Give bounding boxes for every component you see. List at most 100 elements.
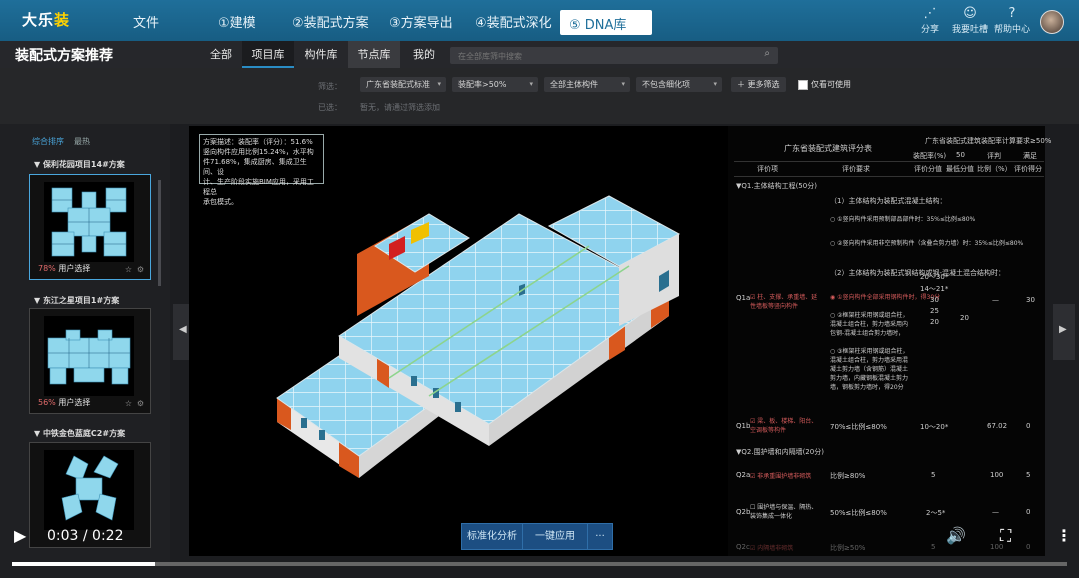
ratio-value: 67.02 <box>987 422 1008 430</box>
tab-all[interactable]: 全部 <box>200 41 242 68</box>
only-usable-checkbox[interactable] <box>798 80 808 90</box>
more-filter-button[interactable]: ＋ 更多筛选 <box>731 77 786 92</box>
sort-hot[interactable]: 最热 <box>74 136 90 147</box>
search-input[interactable] <box>456 48 760 64</box>
ratio-value: 100 <box>990 471 1004 479</box>
search-icon: ⌕ <box>764 48 770 59</box>
rate-value: 50 <box>956 151 965 159</box>
scrollbar[interactable] <box>158 180 161 286</box>
settings-icon[interactable]: ⚙ <box>137 399 144 408</box>
req-option[interactable]: ○ ①竖向构件采用预制部品部件时：35%≤比例≤80% <box>830 214 975 223</box>
fullscreen-icon[interactable]: ⛶ <box>1000 526 1011 546</box>
chat-icon: ☺ <box>963 6 977 21</box>
section-q1[interactable]: ▼Q1.主体结构工程(50分) <box>736 181 817 191</box>
req-text: 70%≤比例≤80% <box>830 423 887 431</box>
share-icon: ⋰ <box>923 6 937 21</box>
assembly-rate-select[interactable]: 装配率>50% ▾ <box>452 77 538 92</box>
rate-judge-label: 评判 <box>987 152 1001 160</box>
score-range: 20～30* <box>920 273 949 281</box>
req-option[interactable]: ○ ②竖向构件采用非空预制构件（含叠合剪力墙）时：35%≤比例≤80% <box>830 238 1023 247</box>
row-label: Q2b <box>736 508 751 516</box>
chevron-left-icon: ◀ <box>179 324 187 335</box>
filter-bar <box>0 68 1079 124</box>
help-button[interactable]: ? 帮助中心 <box>992 6 1032 35</box>
tab-component-library[interactable]: 构件库 <box>294 41 348 68</box>
scheme-description: 方案描述：装配率（评分）：51.6% 竖向构件应用比例15.24%，水平构 件7… <box>199 134 324 206</box>
standard-select[interactable]: 广东省装配式标准 ▾ <box>360 77 446 92</box>
standardize-analysis-button[interactable]: 标准化分析 <box>461 523 523 550</box>
req-text: 比例≥80% <box>830 472 866 480</box>
settings-icon[interactable]: ⚙ <box>137 265 144 274</box>
menu-prefab-plan[interactable]: ②装配式方案 <box>292 12 369 31</box>
scheme-card[interactable]: 78% 用户选择 ☆ ⚙ <box>29 174 151 280</box>
menu-prefab-detail[interactable]: ④装配式深化 <box>475 12 552 31</box>
video-time: 0:03 / 0:22 <box>47 528 124 544</box>
card-title: ▼ 中铁金色蓝庭C2#方案 <box>34 429 126 438</box>
obtained-score: 0 <box>1026 508 1031 516</box>
section-q2[interactable]: ▼Q2.围护墙和内隔墙(20分) <box>736 447 824 457</box>
score-option: 30 <box>930 296 939 304</box>
page-title: 装配式方案推荐 <box>15 48 113 64</box>
menu-modeling[interactable]: ①建模 <box>218 12 256 31</box>
row-label: Q2c <box>736 543 750 551</box>
obtained-score: 0 <box>1026 543 1031 551</box>
ratio-value: — <box>992 296 999 304</box>
score-range: 5 <box>931 471 936 479</box>
req-text: （1）主体结构为装配式混凝土结构： <box>830 197 947 205</box>
row-item[interactable]: ☐ 围护墙与保温、隔热、装饰集成一体化 <box>750 502 822 520</box>
rate-result: 满足 <box>1023 152 1037 160</box>
volume-icon[interactable]: 🔊 <box>946 526 966 545</box>
req-option[interactable]: ○ ②框架柱采用钢或组合柱，混凝土组合柱，剪力墙采用内包钢-混凝土组合剪力墙时，… <box>830 310 910 338</box>
obtained-score: 30 <box>1026 296 1035 304</box>
chevron-down-icon: ▾ <box>713 80 717 88</box>
menu-file[interactable]: 文件 <box>133 12 159 31</box>
collapse-right-button[interactable]: ▶ <box>1053 304 1075 360</box>
one-click-apply-button[interactable]: 一键应用 <box>522 523 588 550</box>
req-text: （2）主体结构为装配式钢结构或钢-混凝土混合结构时： <box>830 269 1005 277</box>
obtained-score: 5 <box>1026 471 1031 479</box>
play-icon[interactable]: ▶ <box>14 526 26 545</box>
floorplan-thumbnail <box>44 316 134 396</box>
tab-project-library[interactable]: 项目库 <box>242 41 294 68</box>
row-item[interactable]: ☑ 非承重围护墙非砌筑 <box>750 471 811 480</box>
search-box[interactable]: ⌕ <box>450 47 778 64</box>
score-option: 20 <box>930 318 939 326</box>
floorplan-thumbnail <box>44 182 134 262</box>
star-icon[interactable]: ☆ <box>125 399 132 408</box>
row-item[interactable]: ☑ 梁、板、楼梯、阳台、空调板等构件 <box>750 416 822 434</box>
detail-select[interactable]: 不包含细化项 ▾ <box>636 77 722 92</box>
card-title: ▼ 东江之星项目1#方案 <box>34 296 120 305</box>
row-label: Q1b <box>736 422 751 430</box>
share-button[interactable]: ⋰ 分享 <box>910 6 950 35</box>
more-options-icon[interactable]: ⋮ <box>1056 526 1072 545</box>
col-min: 最低分值 <box>946 165 974 173</box>
feedback-button[interactable]: ☺ 我要吐槽 <box>950 6 990 35</box>
col-item: 评价项 <box>757 165 778 173</box>
col-requirement: 评价要求 <box>842 165 870 173</box>
video-progress-track[interactable] <box>12 562 1067 566</box>
tab-mine[interactable]: 我的 <box>400 41 448 68</box>
sub-bar: 装配式方案推荐 全部 项目库 构件库 节点库 我的 ⌕ <box>0 41 1079 69</box>
row-label: Q1a <box>736 294 751 302</box>
more-actions-button[interactable]: ··· <box>587 523 613 550</box>
tab-node-library[interactable]: 节点库 <box>348 41 400 68</box>
user-selection-rate: 78% 用户选择 <box>38 264 91 273</box>
score-option: 25 <box>930 307 939 315</box>
row-item[interactable]: ☑ 柱、支撑、承重墙、延性墙板等竖向构件 <box>750 292 822 310</box>
col-score: 评价分值 <box>914 165 942 173</box>
req-option[interactable]: ○ ③框架柱采用钢或组合柱，混凝土组合柱，剪力墙采用混凝土剪力墙（含钢筋）混凝土… <box>830 346 910 400</box>
scheme-card[interactable]: 56% 用户选择 ☆ ⚙ <box>29 308 151 414</box>
only-usable-label: 仅看可使用 <box>811 80 851 89</box>
row-item[interactable]: ☑ 内隔墙非砌筑 <box>750 543 793 552</box>
selected-label: 已选： <box>318 103 342 112</box>
component-select[interactable]: 全部主体构件 ▾ <box>544 77 630 92</box>
plus-icon: ＋ <box>737 80 748 89</box>
menu-plan-export[interactable]: ③方案导出 <box>389 12 453 31</box>
star-icon[interactable]: ☆ <box>125 265 132 274</box>
help-icon: ? <box>1008 6 1016 21</box>
sort-comprehensive[interactable]: 综合排序 <box>32 136 64 147</box>
chevron-down-icon: ▾ <box>529 80 533 88</box>
chevron-down-icon: ▾ <box>621 80 625 88</box>
avatar[interactable] <box>1040 10 1064 34</box>
menu-dna-library[interactable]: ⑤ DNA库 <box>560 10 652 35</box>
